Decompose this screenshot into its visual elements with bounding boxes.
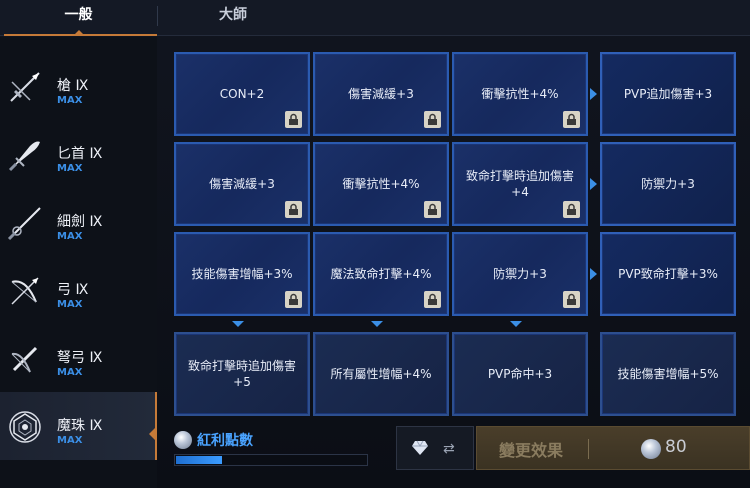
crossbow-icon [11, 346, 38, 373]
lock-icon [424, 291, 441, 308]
tab-master-label: 大師 [219, 7, 247, 23]
bonus-progress-fill [176, 456, 222, 464]
tab-master[interactable]: 大師 [158, 0, 308, 36]
effect-text: 魔法致命打擊+4% [330, 267, 432, 281]
effect-grid: CON+2 傷害減緩+3 衝擊抗性+4% PVP追加傷害+3 傷害減緩+3 衝擊… [170, 48, 750, 444]
lock-icon [285, 291, 302, 308]
lock-icon [563, 201, 580, 218]
effect-text: PVP命中+3 [487, 367, 553, 381]
arrow-right-icon [590, 268, 597, 280]
weapon-level: MAX [57, 231, 83, 242]
lock-icon [424, 201, 441, 218]
dagger-icon [8, 141, 40, 172]
effect-cell[interactable]: 衝擊抗性+4% [452, 52, 588, 136]
weapon-level: MAX [57, 163, 83, 174]
effect-cell-defense[interactable]: 防禦力+3 [600, 142, 736, 226]
button-divider [588, 439, 589, 459]
lock-icon [424, 111, 441, 128]
bonus-point-icon [174, 431, 192, 449]
bow-icon [11, 277, 39, 305]
effect-text: PVP追加傷害+3 [623, 87, 713, 101]
weapon-sidebar: 槍 Ⅸ MAX 匕首 Ⅸ MAX 細劍 Ⅸ MAX 弓 Ⅸ MAX 弩弓 Ⅸ M… [0, 37, 157, 488]
effect-text: 防禦力+3 [641, 177, 695, 191]
bonus-progress-bar [174, 454, 368, 466]
effect-text: 致命打擊時追加傷害+5 [187, 359, 296, 389]
weapon-level: MAX [57, 367, 83, 378]
effect-cell[interactable]: 致命打擊時追加傷害+4 [452, 142, 588, 226]
orb-icon [9, 411, 41, 443]
lock-icon [285, 201, 302, 218]
effect-cell[interactable]: PVP命中+3 [452, 332, 588, 416]
effect-cell[interactable]: 衝擊抗性+4% [313, 142, 449, 226]
effect-cell[interactable]: 傷害減緩+3 [174, 142, 310, 226]
diamond-icon [412, 440, 428, 455]
effect-text: 技能傷害增幅+3% [191, 267, 293, 281]
effect-text: 傷害減緩+3 [348, 87, 414, 101]
effect-cell[interactable]: 傷害減緩+3 [313, 52, 449, 136]
effect-cell-pvp-crit[interactable]: PVP致命打擊+3% [600, 232, 736, 316]
weapon-name: 槍 Ⅸ [57, 78, 89, 94]
lock-icon [563, 111, 580, 128]
change-effect-button[interactable]: 變更效果 80 [476, 426, 750, 470]
sidebar-item-rapier[interactable]: 細劍 Ⅸ MAX [0, 188, 157, 256]
effect-text: 技能傷害增幅+5% [617, 367, 719, 381]
effect-cell[interactable]: 魔法致命打擊+4% [313, 232, 449, 316]
weapon-level: MAX [57, 95, 83, 106]
effect-cell[interactable]: 致命打擊時追加傷害+5 [174, 332, 310, 416]
weapon-level: MAX [57, 435, 83, 446]
spear-icon [10, 72, 40, 102]
effect-cell[interactable]: 技能傷害增幅+3% [174, 232, 310, 316]
weapon-name: 匕首 Ⅸ [57, 146, 103, 162]
bonus-points-label: 紅利點數 [197, 433, 253, 449]
effect-text: 衝擊抗性+4% [342, 177, 420, 191]
arrow-down-icon [510, 321, 522, 327]
app-root: 一般 大師 槍 Ⅸ MAX 匕首 Ⅸ MAX 細劍 Ⅸ MAX 弓 Ⅸ MAX … [0, 0, 750, 488]
arrow-down-icon [232, 321, 244, 327]
sidebar-item-spear[interactable]: 槍 Ⅸ MAX [0, 52, 157, 120]
gem-swap-box[interactable]: ⇄ [396, 426, 474, 470]
effect-text: 所有屬性增幅+4% [330, 367, 432, 381]
arrow-down-icon [371, 321, 383, 327]
effect-cell[interactable]: 所有屬性增幅+4% [313, 332, 449, 416]
change-effect-cost: 80 [665, 437, 687, 457]
change-effect-label: 變更效果 [499, 441, 564, 460]
effect-text: 衝擊抗性+4% [481, 87, 559, 101]
tab-general-label: 一般 [64, 7, 93, 23]
effect-cell[interactable]: 防禦力+3 [452, 232, 588, 316]
arrow-right-icon [590, 88, 597, 100]
effect-text: 傷害減緩+3 [209, 177, 275, 191]
active-item-pointer [149, 428, 155, 440]
sidebar-item-bow[interactable]: 弓 Ⅸ MAX [0, 256, 157, 324]
lock-icon [285, 111, 302, 128]
tab-bar: 一般 大師 [0, 0, 750, 36]
effect-text: 防禦力+3 [493, 267, 547, 281]
effect-text: PVP致命打擊+3% [618, 267, 718, 281]
bonus-point-icon [641, 439, 661, 459]
sidebar-item-crossbow[interactable]: 弩弓 Ⅸ MAX [0, 324, 157, 392]
tab-general[interactable]: 一般 [0, 0, 157, 36]
sidebar-item-orb[interactable]: 魔珠 Ⅸ MAX [0, 392, 157, 460]
lock-icon [563, 291, 580, 308]
sidebar-item-dagger[interactable]: 匕首 Ⅸ MAX [0, 120, 157, 188]
rapier-icon [7, 207, 41, 241]
effect-cell-pvp[interactable]: PVP追加傷害+3 [600, 52, 736, 136]
weapon-name: 弩弓 Ⅸ [57, 350, 103, 366]
weapon-name: 細劍 Ⅸ [57, 214, 103, 230]
swap-icon: ⇄ [443, 441, 455, 457]
effect-text: 致命打擊時追加傷害+4 [465, 169, 574, 199]
effect-cell[interactable]: 技能傷害增幅+5% [600, 332, 736, 416]
effect-cell[interactable]: CON+2 [174, 52, 310, 136]
weapon-level: MAX [57, 299, 83, 310]
effect-text: CON+2 [219, 87, 265, 101]
weapon-name: 弓 Ⅸ [57, 282, 89, 298]
arrow-right-icon [590, 178, 597, 190]
weapon-name: 魔珠 Ⅸ [57, 418, 103, 434]
